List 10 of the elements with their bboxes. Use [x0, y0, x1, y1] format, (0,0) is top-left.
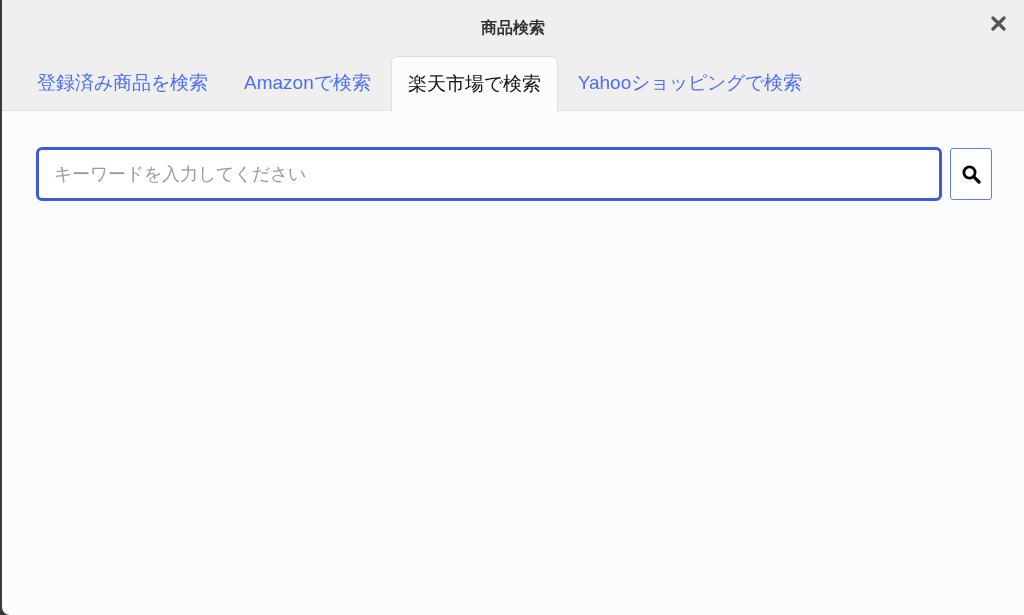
- tab[interactable]: Yahooショッピングで検索: [561, 56, 819, 110]
- search-button[interactable]: [950, 148, 992, 200]
- close-icon: [990, 15, 1006, 31]
- search-icon: [961, 164, 981, 184]
- tab[interactable]: 登録済み商品を検索: [21, 56, 224, 110]
- dialog-title: 商品検索: [481, 17, 545, 38]
- tab[interactable]: 楽天市場で検索: [390, 56, 558, 111]
- tab[interactable]: Amazonで検索: [228, 56, 387, 110]
- close-button[interactable]: [990, 15, 1006, 31]
- search-field[interactable]: キーワードを入力してください: [36, 147, 942, 201]
